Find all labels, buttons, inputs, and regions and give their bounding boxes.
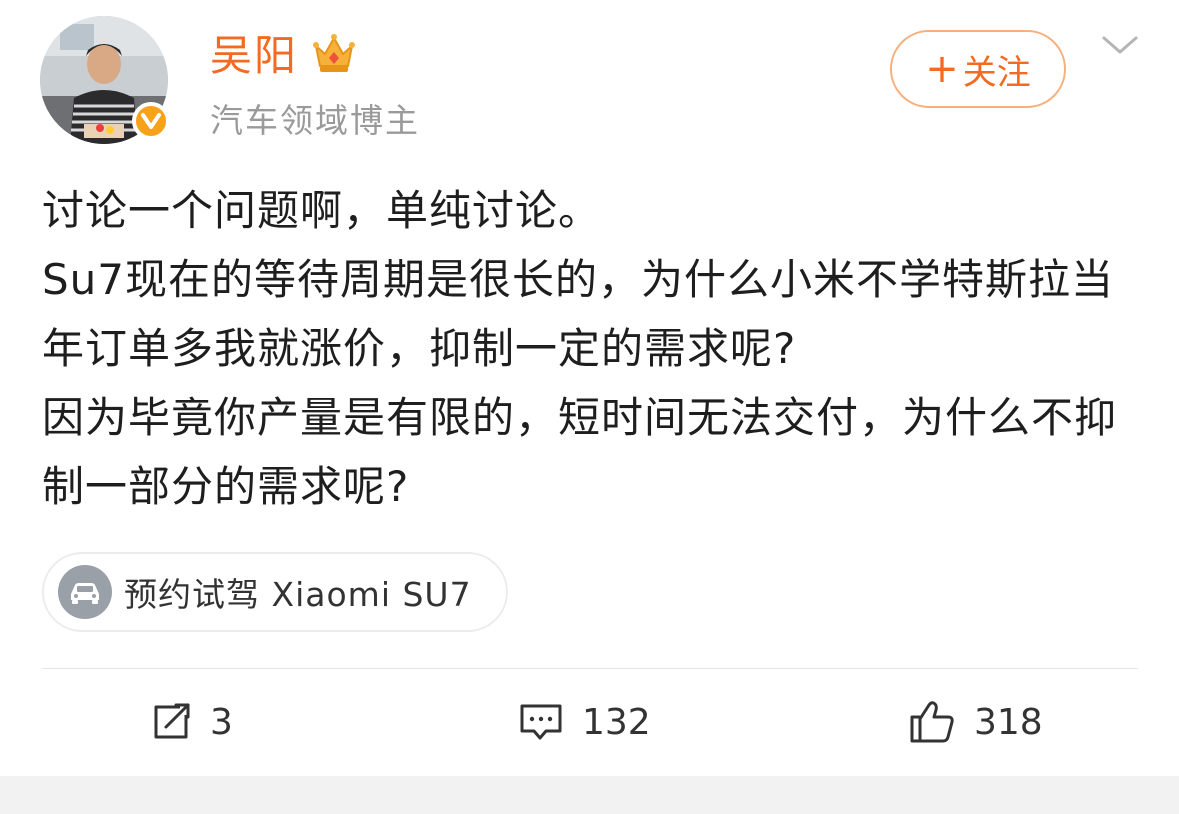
avatar[interactable] — [40, 16, 170, 144]
like-count: 318 — [974, 701, 1043, 743]
comment-icon — [518, 701, 564, 743]
post-line: 讨论一个问题啊，单纯讨论。 — [42, 186, 602, 235]
chevron-down-icon[interactable] — [1100, 30, 1140, 60]
post-line: 因为毕竟你产量是有限的，短时间无法交付，为什么不抑制一部分的需求呢? — [42, 393, 1118, 511]
user-name[interactable]: 吴阳 — [210, 28, 298, 84]
tag-label: 预约试驾 Xiaomi SU7 — [124, 575, 472, 614]
crown-icon — [312, 32, 356, 76]
plus-icon: + — [925, 46, 959, 92]
share-button[interactable]: 3 — [150, 696, 233, 748]
follow-button-label: 关注 — [962, 52, 1031, 93]
divider — [42, 668, 1138, 669]
comment-count: 132 — [582, 701, 651, 743]
post-content: 讨论一个问题啊，单纯讨论。 Su7现在的等待周期是很长的，为什么小米不学特斯拉当… — [42, 176, 1142, 521]
weibo-post-card: 吴阳 汽车领域博主 + 关注 讨论一个问题啊，单纯讨论。 Su7现在的等待周期是… — [0, 0, 1179, 776]
share-icon — [150, 701, 192, 743]
comment-button[interactable]: 132 — [518, 696, 651, 748]
follow-button[interactable]: + 关注 — [890, 30, 1066, 108]
share-count: 3 — [210, 701, 233, 743]
verified-v-icon — [132, 102, 170, 140]
car-icon — [58, 565, 112, 619]
test-drive-tag[interactable]: 预约试驾 Xiaomi SU7 — [42, 552, 508, 632]
like-button[interactable]: 318 — [908, 696, 1043, 748]
post-line: Su7现在的等待周期是很长的，为什么小米不学特斯拉当年订单多我就涨价，抑制一定的… — [42, 255, 1115, 373]
feed-separator — [0, 776, 1179, 814]
thumbs-up-icon — [908, 699, 956, 745]
user-description: 汽车领域博主 — [210, 101, 420, 140]
